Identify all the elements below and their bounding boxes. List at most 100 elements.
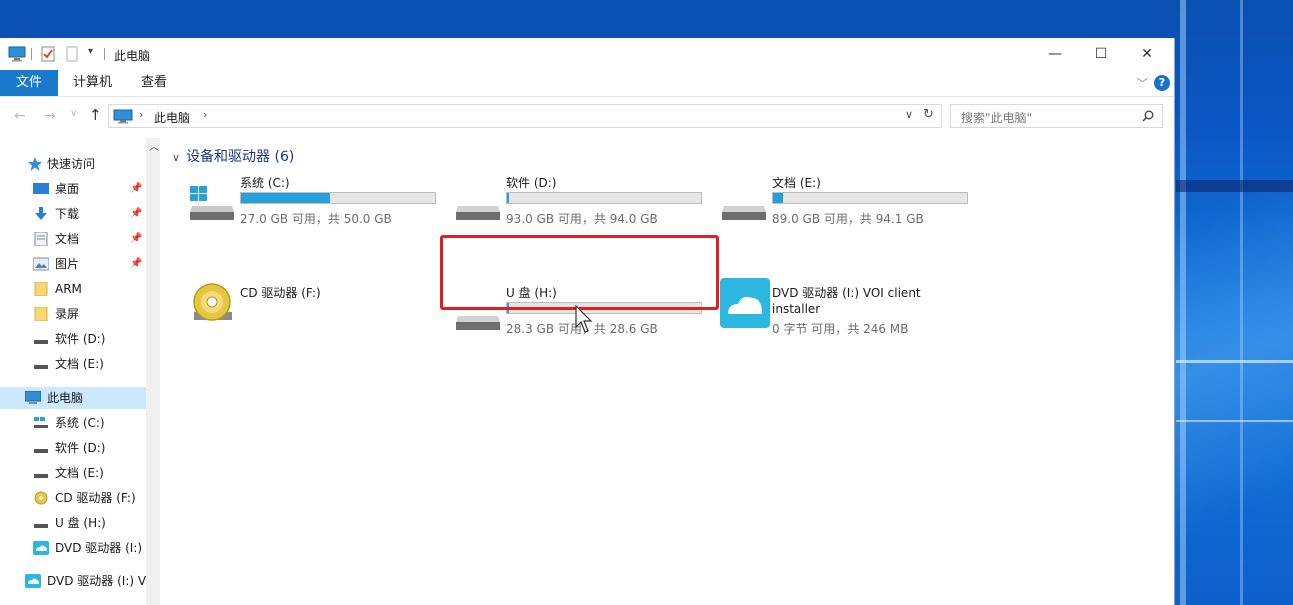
nav-item-label: 录屏 (55, 307, 80, 321)
nav-item-drive-i[interactable]: DVD 驱动器 (I:) (0, 537, 146, 559)
drive-tile-d[interactable]: 软件 (D:) 93.0 GB 可用，共 94.0 GB (450, 174, 718, 234)
pin-icon[interactable]: 📌 (130, 228, 142, 250)
close-button[interactable]: ✕ (1124, 38, 1170, 70)
windows-drive-icon (190, 186, 234, 220)
nav-scrollbar[interactable]: ︿ (146, 138, 160, 605)
maximize-button[interactable]: ☐ (1078, 38, 1124, 70)
search-input[interactable]: 搜索"此电脑" (950, 104, 1163, 128)
nav-item-drive-e[interactable]: 文档 (E:) (0, 462, 146, 484)
tab-file[interactable]: 文件 (0, 70, 58, 96)
scroll-up-icon[interactable]: ︿ (149, 138, 159, 153)
group-header-label: 设备和驱动器 (6) (186, 149, 295, 165)
drive-name: 系统 (C:) (240, 176, 290, 190)
nav-item-label: 桌面 (55, 182, 80, 196)
windows-drive-icon (34, 417, 48, 428)
tab-computer[interactable]: 计算机 (73, 70, 112, 96)
refresh-icon[interactable]: ↻ (923, 107, 934, 122)
drive-icon (34, 524, 48, 528)
separator (104, 48, 105, 60)
breadcrumb-chevron-icon[interactable]: › (139, 108, 143, 121)
dark-band (1176, 180, 1293, 192)
collapse-chevron-icon[interactable]: ∨ (172, 151, 180, 164)
quick-access-dropdown-icon[interactable]: ▾ (88, 46, 93, 57)
minimize-icon: — (1048, 46, 1062, 62)
new-folder-icon[interactable] (64, 46, 80, 62)
drive-name: CD 驱动器 (F:) (240, 286, 321, 300)
drive-info: 89.0 GB 可用，共 94.1 GB (772, 212, 924, 226)
tab-view[interactable]: 查看 (141, 70, 167, 96)
drive-tile-f[interactable]: CD 驱动器 (F:) (184, 283, 452, 344)
up-arrow-icon[interactable]: ↑ (89, 106, 102, 124)
nav-quick-access[interactable]: 快速访问 (0, 153, 146, 175)
pin-icon[interactable]: 📌 (130, 203, 142, 225)
nav-item-label: 文档 (E:) (55, 357, 104, 371)
light-ray (1176, 420, 1293, 422)
drive-name: 软件 (D:) (506, 176, 557, 190)
nav-item-drive-f[interactable]: CD 驱动器 (F:) (0, 487, 146, 509)
nav-this-pc-label: 此电脑 (47, 391, 84, 405)
drive-tile-e[interactable]: 文档 (E:) 89.0 GB 可用，共 94.1 GB (716, 174, 984, 234)
minimize-button[interactable]: — (1032, 38, 1078, 70)
breadcrumb-this-pc[interactable]: 此电脑 (154, 109, 190, 126)
expand-ribbon-icon[interactable]: ﹀ (1137, 75, 1148, 91)
breadcrumb-chevron-icon[interactable]: › (203, 108, 207, 121)
desktop-icon (33, 183, 49, 194)
search-icon[interactable] (1142, 110, 1154, 122)
nav-item-label: 下载 (55, 207, 80, 221)
nav-item-desktop[interactable]: 桌面 📌 (0, 178, 146, 200)
computer-icon (8, 46, 26, 62)
nav-item-recordings[interactable]: 录屏 (0, 303, 146, 325)
drive-name-line2: installer (772, 302, 821, 316)
nav-this-pc[interactable]: 此电脑 (0, 387, 146, 409)
nav-item-label: DVD 驱动器 (I:) V (47, 574, 146, 588)
cd-icon (193, 283, 232, 321)
address-dropdown-icon[interactable]: ∨ (905, 108, 913, 121)
nav-item-drive-d[interactable]: 软件 (D:) (0, 328, 146, 350)
nav-item-drive-c[interactable]: 系统 (C:) (0, 412, 146, 434)
group-header[interactable]: ∨ 设备和驱动器 (6) (172, 146, 294, 166)
light-ray (1176, 360, 1293, 363)
highlight-annotation (440, 235, 719, 310)
recent-dropdown-icon[interactable]: ∨ (70, 108, 77, 119)
pin-icon[interactable]: 📌 (130, 178, 142, 200)
drive-icon (34, 365, 48, 369)
drive-icon (34, 474, 48, 478)
nav-item-documents[interactable]: 文档 📌 (0, 228, 146, 250)
close-icon: ✕ (1141, 46, 1153, 62)
help-icon[interactable]: ? (1154, 75, 1170, 91)
drive-usage-bar (772, 192, 968, 204)
light-ray (1180, 0, 1186, 605)
nav-item-dvd-media[interactable]: DVD 驱动器 (I:) V (0, 570, 146, 592)
nav-item-drive-e[interactable]: 文档 (E:) (0, 353, 146, 375)
nav-item-label: U 盘 (H:) (55, 516, 106, 530)
drive-tile-c[interactable]: 系统 (C:) 27.0 GB 可用，共 50.0 GB (184, 174, 452, 234)
pin-icon[interactable]: 📌 (130, 253, 142, 275)
search-placeholder: 搜索"此电脑" (961, 111, 1033, 125)
dvd-cloud-icon (720, 278, 770, 328)
forward-arrow-icon[interactable]: → (44, 108, 56, 124)
hdd-icon (722, 206, 766, 220)
title-bar: ▾ 此电脑 — ☐ ✕ (0, 38, 1174, 70)
computer-icon (25, 391, 41, 404)
hdd-icon (456, 206, 500, 220)
address-bar[interactable]: › 此电脑 › ∨ ↻ (108, 104, 942, 128)
nav-item-pictures[interactable]: 图片 📌 (0, 253, 146, 275)
nav-item-label: 软件 (D:) (55, 441, 106, 455)
nav-item-label: 图片 (55, 257, 80, 271)
back-arrow-icon[interactable]: ← (14, 108, 26, 124)
nav-item-downloads[interactable]: 下载 📌 (0, 203, 146, 225)
nav-item-drive-d[interactable]: 软件 (D:) (0, 437, 146, 459)
drive-info: 93.0 GB 可用，共 94.0 GB (506, 212, 658, 226)
nav-item-drive-h[interactable]: U 盘 (H:) (0, 512, 146, 534)
drive-name: DVD 驱动器 (I:) VOI client (772, 286, 921, 300)
dvd-cloud-icon (25, 574, 41, 588)
properties-icon[interactable] (40, 46, 56, 62)
drive-tile-i[interactable]: DVD 驱动器 (I:) VOI client installer 0 字节 可… (716, 278, 1016, 344)
documents-icon (34, 232, 48, 246)
pictures-icon (33, 257, 49, 271)
nav-item-label: ARM (55, 282, 82, 296)
nav-item-arm[interactable]: ARM (0, 278, 146, 300)
nav-quick-access-label: 快速访问 (47, 157, 96, 171)
navigation-pane: ︿ 快速访问 桌面 📌 下载 📌 文档 📌 图片 📌 ARM 录屏 软件 (D:… (0, 138, 160, 605)
ribbon-tabs: 文件 计算机 查看 ﹀ ? (0, 70, 1174, 97)
